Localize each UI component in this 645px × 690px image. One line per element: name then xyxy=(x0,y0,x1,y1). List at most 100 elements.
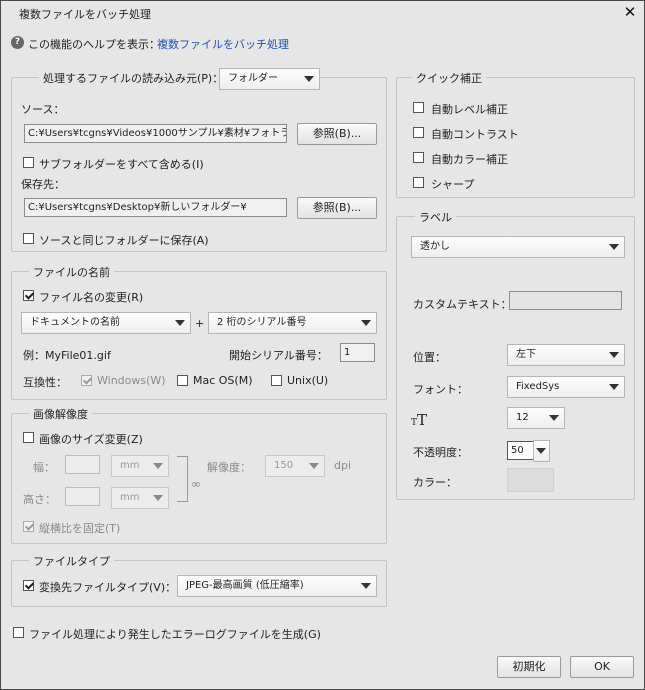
include-subfolders-label: サブフォルダーをすべて含める(I) xyxy=(39,158,204,171)
color-label: カラー： xyxy=(413,476,457,489)
resolution-legend: 画像解像度 xyxy=(29,406,92,422)
color-swatch[interactable] xyxy=(507,468,554,492)
link-bracket xyxy=(177,456,188,502)
help-icon: ? xyxy=(11,36,24,49)
custom-text-field[interactable] xyxy=(509,291,622,310)
error-log-checkbox[interactable] xyxy=(13,627,24,638)
start-serial-field[interactable]: 1 xyxy=(340,343,375,362)
font-select[interactable]: FixedSys xyxy=(507,376,625,398)
link-icon[interactable]: ∞ xyxy=(191,477,201,491)
chevron-down-icon xyxy=(361,320,371,326)
source-type-value: フォルダー xyxy=(228,73,278,84)
browse-source-button[interactable]: 参照(B)... xyxy=(297,123,377,145)
help-prefix: この機能のヘルプを表示： xyxy=(28,38,160,51)
title-bar: 複数ファイルをバッチ処理 ✕ xyxy=(1,1,644,23)
font-size-icon: TT xyxy=(411,411,428,429)
chevron-down-icon xyxy=(309,463,319,469)
font-size-value: 12 xyxy=(516,412,529,423)
unix-label: Unix(U) xyxy=(287,374,329,387)
source-legend: 処理するファイルの読み込み元(P)： xyxy=(39,70,228,86)
auto-color-label: 自動カラー補正 xyxy=(431,153,508,166)
label-legend: ラベル xyxy=(415,209,456,225)
label-type-select[interactable]: 透かし xyxy=(411,236,625,258)
opacity-label: 不透明度： xyxy=(413,446,468,459)
chevron-down-icon xyxy=(609,384,619,390)
ok-button[interactable]: OK xyxy=(570,656,634,678)
help-link[interactable]: 複数ファイルをバッチ処理 xyxy=(157,36,289,52)
dest-label: 保存先： xyxy=(21,178,65,191)
constrain-checkbox[interactable] xyxy=(23,521,34,532)
windows-checkbox[interactable] xyxy=(81,375,92,386)
width-label: 幅： xyxy=(33,461,55,474)
source-path-field[interactable]: C:¥Users¥tcgns¥Videos¥1000サンプル¥素材¥フォトラ xyxy=(24,124,287,143)
name-part1-select[interactable]: ドキュメントの名前 xyxy=(21,312,191,334)
resize-checkbox[interactable] xyxy=(23,432,34,443)
rename-checkbox[interactable] xyxy=(23,290,34,301)
start-serial-label: 開始シリアル番号： xyxy=(229,349,328,362)
chevron-down-icon xyxy=(361,583,371,589)
chevron-down-icon xyxy=(304,76,314,82)
width-field[interactable] xyxy=(65,455,100,474)
dialog-title: 複数ファイルをバッチ処理 xyxy=(19,8,151,21)
chevron-down-icon xyxy=(609,244,619,250)
filetype-select[interactable]: JPEG-最高画質 (低圧縮率) xyxy=(177,575,377,597)
width-unit-select[interactable]: mm xyxy=(111,455,169,477)
quickfix-legend: クイック補正 xyxy=(412,70,486,86)
chevron-down-icon xyxy=(536,448,546,454)
windows-label: Windows(W) xyxy=(97,374,166,387)
resolution-select[interactable]: 150 xyxy=(265,455,325,477)
chevron-down-icon xyxy=(153,495,163,501)
font-size-select[interactable]: 12 xyxy=(507,407,565,429)
width-unit-value: mm xyxy=(120,460,140,471)
rename-label: ファイル名の変更(R) xyxy=(39,291,144,304)
compat-label: 互換性： xyxy=(23,376,67,389)
resolution-label: 解像度： xyxy=(207,461,251,474)
auto-color-checkbox[interactable] xyxy=(413,152,424,163)
font-value: FixedSys xyxy=(516,381,560,392)
resize-label: 画像のサイズ変更(Z) xyxy=(39,433,143,446)
sharpen-checkbox[interactable] xyxy=(413,177,424,188)
reset-button[interactable]: 初期化 xyxy=(497,656,561,678)
same-as-source-checkbox[interactable] xyxy=(23,233,34,244)
browse-dest-button[interactable]: 参照(B)... xyxy=(297,197,377,219)
example-text: 例：MyFile01.gif xyxy=(23,349,111,362)
macos-checkbox[interactable] xyxy=(177,375,188,386)
auto-levels-label: 自動レベル補正 xyxy=(431,103,508,116)
font-size-icon-small: T xyxy=(411,418,418,428)
dest-path-field[interactable]: C:¥Users¥tcgns¥Desktop¥新しいフォルダー¥ xyxy=(24,198,287,217)
unix-checkbox[interactable] xyxy=(271,375,282,386)
source-label: ソース： xyxy=(21,103,65,116)
include-subfolders-checkbox[interactable] xyxy=(23,157,34,168)
plus-sign: + xyxy=(195,317,205,330)
font-label: フォント： xyxy=(413,383,468,396)
auto-contrast-checkbox[interactable] xyxy=(413,127,424,138)
constrain-label: 縦横比を固定(T) xyxy=(39,522,121,535)
auto-contrast-label: 自動コントラスト xyxy=(431,128,519,141)
name-part2-value: 2 桁のシリアル番号 xyxy=(217,317,307,328)
close-icon[interactable]: ✕ xyxy=(621,3,639,21)
position-label: 位置： xyxy=(413,351,446,364)
filename-legend: ファイルの名前 xyxy=(29,264,114,280)
height-field[interactable] xyxy=(65,487,100,506)
sharpen-label: シャープ xyxy=(431,178,475,191)
opacity-dropdown[interactable] xyxy=(533,440,550,462)
source-type-select[interactable]: フォルダー xyxy=(219,68,320,90)
filetype-legend: ファイルタイプ xyxy=(29,553,114,569)
convert-checkbox[interactable] xyxy=(23,580,34,591)
height-unit-select[interactable]: mm xyxy=(111,487,169,509)
chevron-down-icon xyxy=(609,352,619,358)
label-type-value: 透かし xyxy=(420,241,450,252)
custom-text-label: カスタムテキスト： xyxy=(413,298,512,311)
convert-label: 変換先ファイルタイプ(V)： xyxy=(39,581,177,594)
same-as-source-label: ソースと同じフォルダーに保存(A) xyxy=(39,234,209,247)
chevron-down-icon xyxy=(549,415,559,421)
auto-levels-checkbox[interactable] xyxy=(413,102,424,113)
name-part2-select[interactable]: 2 桁のシリアル番号 xyxy=(208,312,377,334)
height-unit-value: mm xyxy=(120,492,140,503)
resolution-value: 150 xyxy=(274,460,294,471)
height-label: 高さ： xyxy=(23,493,56,506)
position-select[interactable]: 左下 xyxy=(507,344,625,366)
macos-label: Mac OS(M) xyxy=(193,374,253,387)
name-part1-value: ドキュメントの名前 xyxy=(30,317,120,328)
chevron-down-icon xyxy=(153,463,163,469)
